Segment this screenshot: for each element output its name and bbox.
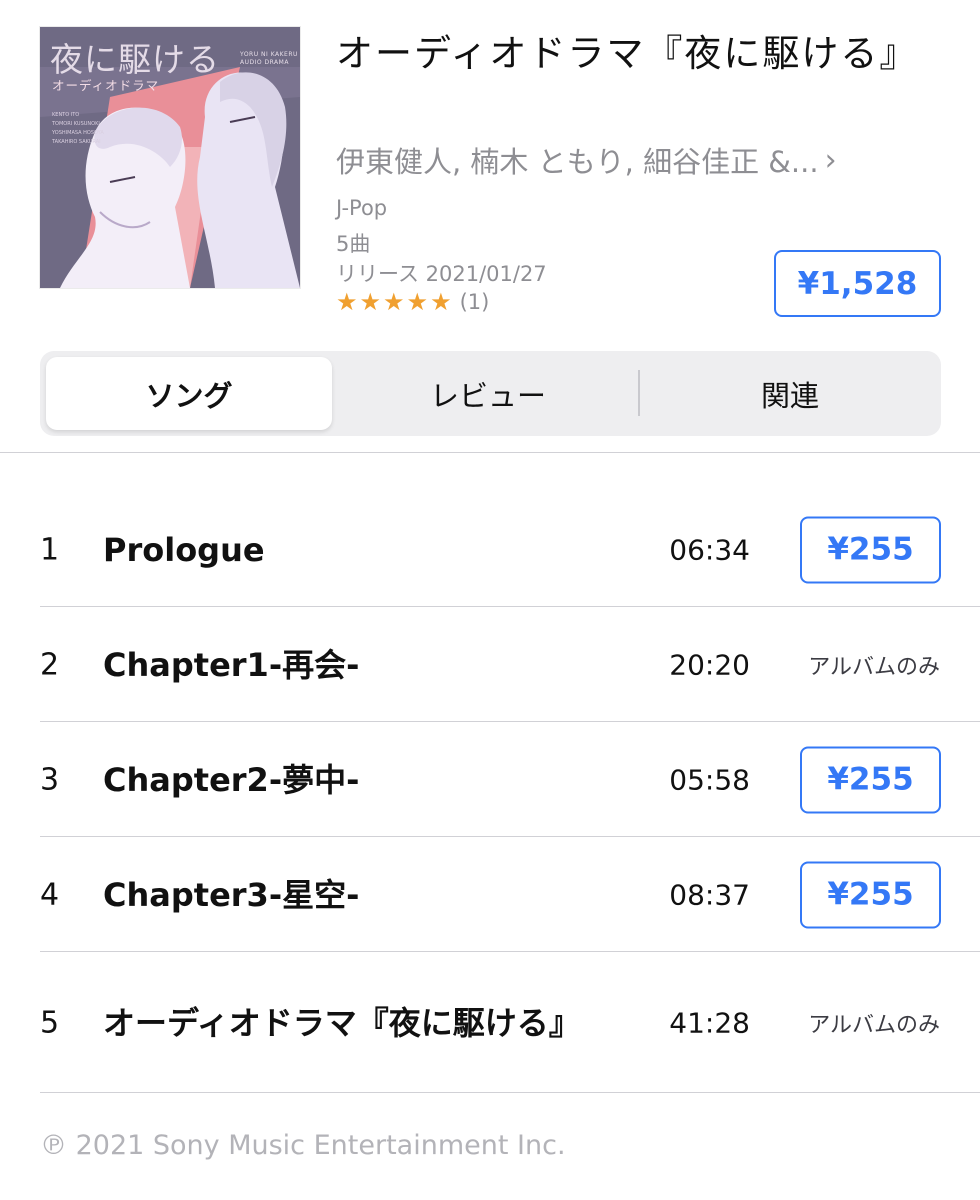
segmented-control: ソング レビュー 関連	[40, 351, 941, 436]
track-title: Prologue	[103, 530, 265, 569]
track-buy-button[interactable]: ¥255	[800, 516, 941, 583]
rating-stars: ★ ★ ★ ★ ★	[336, 288, 454, 316]
genre-label[interactable]: J-Pop	[336, 196, 387, 220]
artwork-subtitle: オーディオドラマ	[52, 78, 160, 93]
artwork-credit-line: KENTO ITO	[52, 112, 80, 118]
track-number: 4	[40, 877, 60, 912]
track-title: オーディオドラマ『夜に駆ける』	[103, 1003, 581, 1042]
artwork-romaji-line: YORU NI KAKERU	[240, 51, 298, 58]
artist-name: 伊東健人, 楠木 ともり, 細谷佳正 &...	[336, 145, 819, 179]
artwork-title: 夜に駆ける	[50, 40, 220, 79]
tab-related[interactable]: 関連	[640, 357, 940, 430]
track-number: 5	[40, 1005, 60, 1040]
track-title: Chapter3-星空-	[103, 875, 360, 914]
album-title: オーディオドラマ『夜に駆ける』	[336, 32, 919, 75]
album-only-label: アルバムのみ	[808, 1012, 940, 1038]
copyright-text: ℗ 2021 Sony Music Entertainment Inc.	[40, 1130, 566, 1161]
track-duration: 20:20	[669, 648, 750, 681]
artwork-credits: KENTO ITO TOMORI KUSUNOKI YOSHIMASA HOSO…	[52, 111, 104, 147]
star-icon: ★	[430, 288, 452, 316]
album-artwork[interactable]: 夜に駆ける オーディオドラマ YORU NI KAKERU AUDIO DRAM…	[40, 27, 300, 288]
track-title: Chapter1-再会-	[103, 645, 360, 684]
album-only-label: アルバムのみ	[808, 654, 940, 680]
rating-count: (1)	[459, 290, 490, 314]
track-number: 1	[40, 532, 60, 567]
artist-link[interactable]: 伊東健人, 楠木 ともり, 細谷佳正 &... ›	[336, 138, 837, 182]
track-row[interactable]: 1 Prologue 06:34 ¥255	[0, 492, 980, 607]
star-icon: ★	[336, 288, 358, 316]
artwork-credit-line: YOSHIMASA HOSOYA	[52, 130, 104, 136]
track-buy-button[interactable]: ¥255	[800, 746, 941, 813]
star-icon: ★	[383, 288, 405, 316]
track-count: 5曲	[336, 232, 371, 256]
track-duration: 08:37	[669, 878, 750, 911]
tab-songs[interactable]: ソング	[46, 357, 332, 430]
star-icon: ★	[359, 288, 382, 316]
album-buy-button[interactable]: ¥1,528	[774, 250, 941, 317]
artwork-romaji: YORU NI KAKERU AUDIO DRAMA	[240, 51, 298, 67]
artwork-romaji-line: AUDIO DRAMA	[240, 59, 289, 66]
artwork-credit-line: TAKAHIRO SAKURAI	[52, 139, 101, 145]
star-icon: ★	[406, 288, 429, 316]
track-number: 3	[40, 762, 60, 797]
track-row[interactable]: 2 Chapter1-再会- 20:20 アルバムのみ	[0, 607, 980, 722]
track-row[interactable]: 3 Chapter2-夢中- 05:58 ¥255	[0, 722, 980, 837]
chevron-right-icon: ›	[824, 142, 837, 178]
track-row[interactable]: 4 Chapter3-星空- 08:37 ¥255	[0, 837, 980, 952]
tab-reviews[interactable]: レビュー	[338, 357, 638, 430]
rating[interactable]: ★ ★ ★ ★ ★ (1)	[336, 288, 489, 316]
section-divider	[0, 452, 980, 453]
release-date: リリース 2021/01/27	[336, 262, 547, 286]
track-duration: 41:28	[669, 1006, 750, 1039]
row-divider	[40, 1092, 980, 1093]
track-duration: 06:34	[669, 533, 750, 566]
track-title: Chapter2-夢中-	[103, 760, 360, 799]
track-number: 2	[40, 647, 60, 682]
artwork-credit-line: TOMORI KUSUNOKI	[52, 121, 100, 127]
track-row[interactable]: 5 オーディオドラマ『夜に駆ける』 41:28 アルバムのみ	[0, 952, 980, 1093]
track-buy-button[interactable]: ¥255	[800, 861, 941, 928]
track-duration: 05:58	[669, 763, 750, 796]
